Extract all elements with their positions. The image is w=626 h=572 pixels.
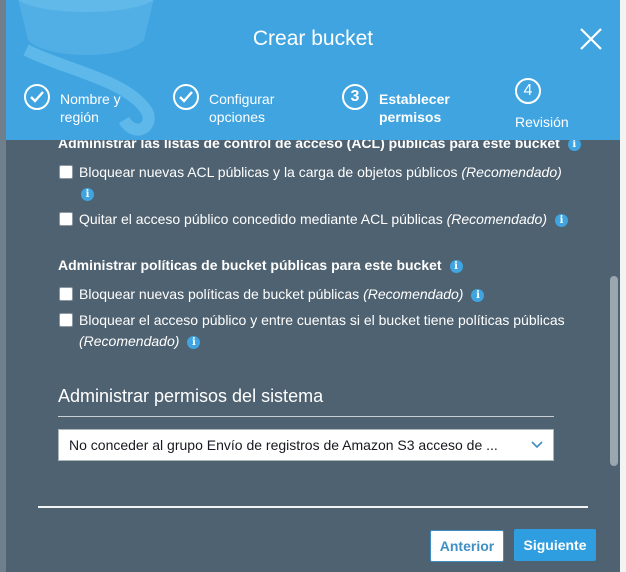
step-label-line1: Configurar <box>209 91 275 107</box>
block-cross-account-access-checkbox[interactable] <box>59 313 73 327</box>
modal-title: Crear bucket <box>252 27 374 50</box>
info-icon[interactable]: i <box>471 288 485 302</box>
close-icon <box>580 28 602 50</box>
section-divider <box>58 416 554 417</box>
block-new-public-acls-checkbox[interactable] <box>59 165 73 179</box>
step-completed-circle <box>24 84 50 110</box>
previous-button[interactable]: Anterior <box>430 530 504 562</box>
info-icon[interactable]: i <box>187 335 201 349</box>
block-cross-account-access-recommended[interactable]: (Recomendado) i <box>79 331 201 352</box>
policy-section-title: Administrar políticas de bucket públicas… <box>58 257 463 273</box>
next-button[interactable]: Siguiente <box>514 529 596 561</box>
system-permissions-select[interactable]: No conceder al grupo Envío de registros … <box>58 429 554 461</box>
step-completed-circle <box>173 84 199 110</box>
checkmark-icon <box>179 91 193 103</box>
info-icon[interactable]: i <box>449 259 463 273</box>
info-icon[interactable]: i <box>81 188 94 201</box>
create-bucket-modal: Crear bucket Nombre y región Configurar <box>6 0 620 572</box>
checkmark-icon <box>30 91 44 103</box>
step-label-line2: opciones <box>209 109 266 125</box>
block-new-public-policies-label[interactable]: Bloquear nuevas políticas de bucket públ… <box>79 284 485 305</box>
remove-public-acl-access-label[interactable]: Quitar el acceso público concedido media… <box>79 209 568 230</box>
select-value: No conceder al grupo Envío de registros … <box>69 437 498 453</box>
footer-divider <box>38 506 588 508</box>
step-label-line2: región <box>60 109 99 125</box>
block-new-public-policies-checkbox[interactable] <box>59 287 73 301</box>
step-label: Revisión <box>515 114 569 130</box>
info-icon[interactable]: i <box>554 213 568 227</box>
acl-section-title: Administrar las listas de control de acc… <box>58 140 581 151</box>
scrollbar-thumb[interactable] <box>610 276 618 466</box>
chevron-down-icon <box>531 441 543 449</box>
step-label-line1: Nombre y <box>60 91 121 107</box>
info-icon[interactable]: i <box>567 140 581 151</box>
step-label-line1: Establecer <box>379 91 450 107</box>
remove-public-acl-access-checkbox[interactable] <box>59 212 73 226</box>
step-number: 3 <box>350 88 360 105</box>
step-number: 4 <box>523 82 533 99</box>
block-new-public-acls-label[interactable]: Bloquear nuevas ACL públicas y la carga … <box>79 162 562 183</box>
bucket-illustration-icon <box>18 0 155 136</box>
block-cross-account-access-label[interactable]: Bloquear el acceso público y entre cuent… <box>79 310 565 331</box>
permissions-content[interactable]: Administrar las listas de control de acc… <box>6 140 606 506</box>
step-label-line2: permisos <box>379 109 442 125</box>
modal-header: Crear bucket Nombre y región Configurar <box>6 0 620 140</box>
close-button[interactable] <box>579 27 603 51</box>
system-permissions-title: Administrar permisos del sistema <box>58 386 324 406</box>
